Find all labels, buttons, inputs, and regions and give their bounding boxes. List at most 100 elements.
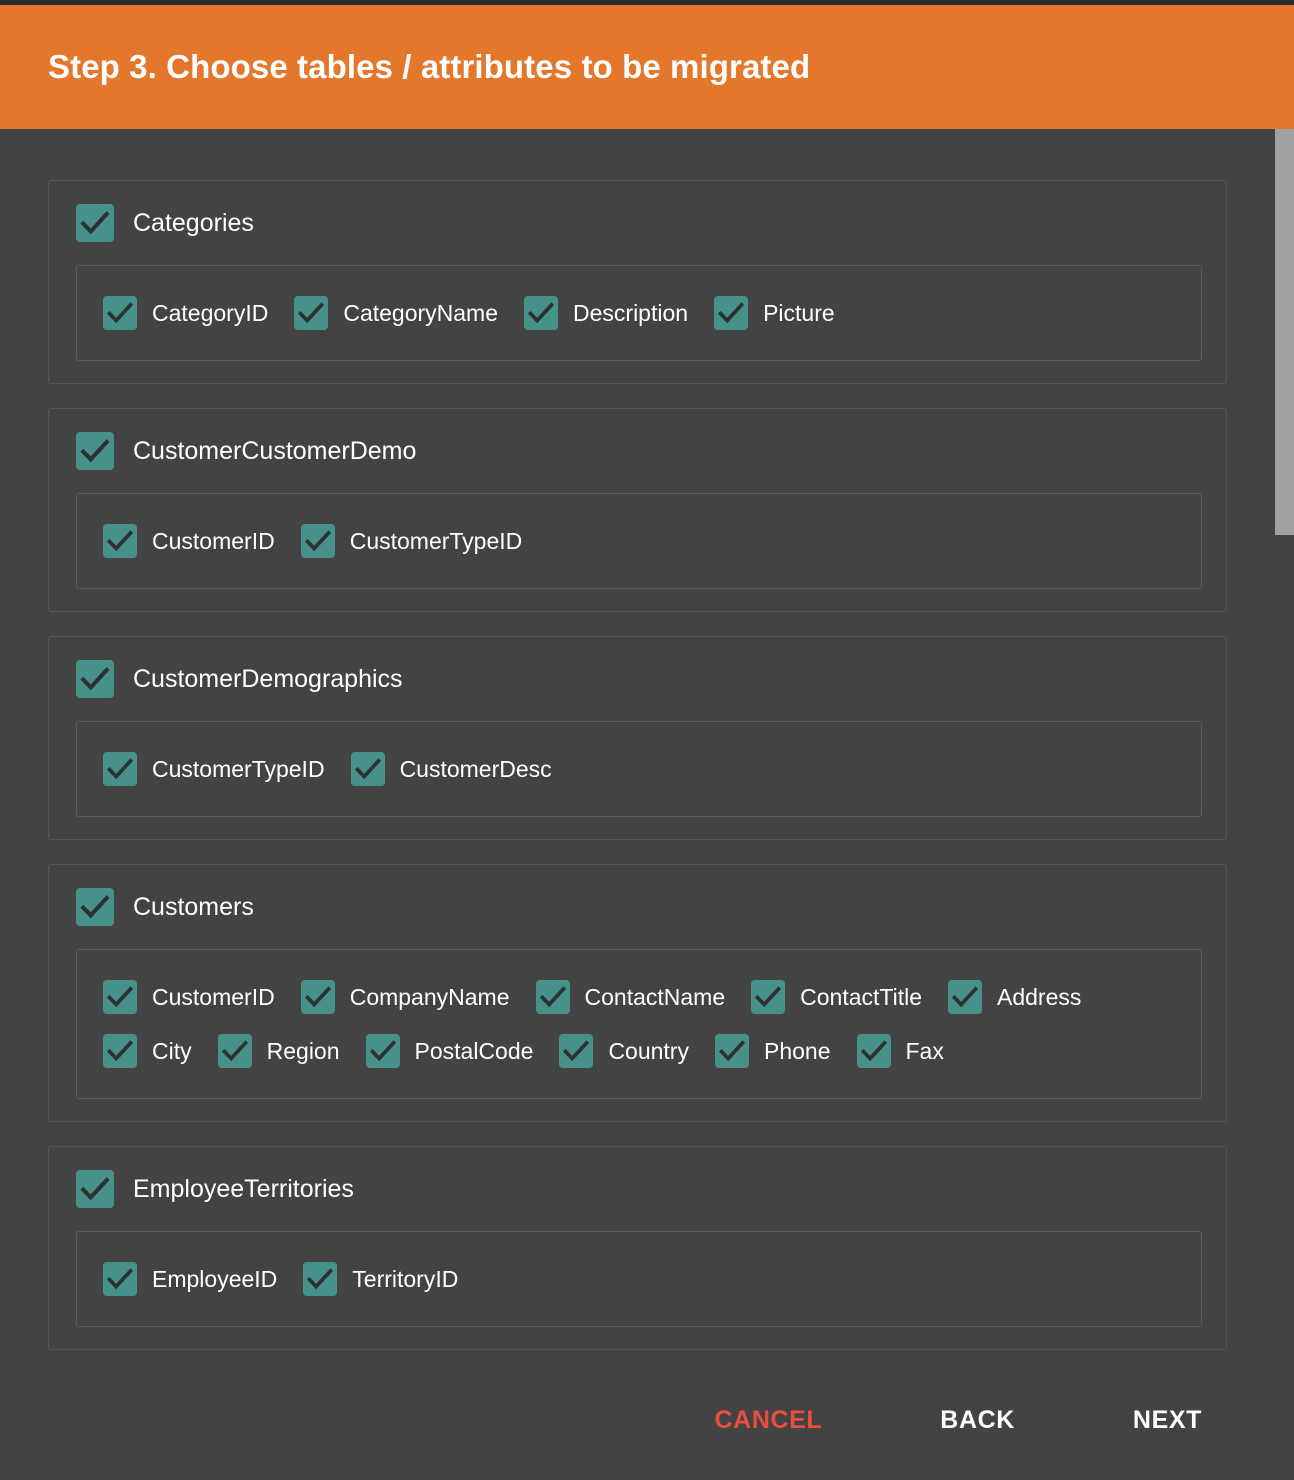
attribute-item[interactable]: Description <box>524 292 688 334</box>
checkmark-icon <box>715 1034 749 1068</box>
vertical-scrollbar-thumb[interactable] <box>1275 129 1294 535</box>
attribute-checkbox[interactable] <box>366 1034 400 1068</box>
attribute-checkbox[interactable] <box>559 1034 593 1068</box>
attribute-checkbox[interactable] <box>351 752 385 786</box>
table-checkbox[interactable] <box>76 432 114 470</box>
table-card: EmployeeTerritories EmployeeID TerritoryID <box>48 1146 1227 1350</box>
attribute-checkbox[interactable] <box>751 980 785 1014</box>
table-header-row[interactable]: Categories <box>49 203 1226 243</box>
attribute-checkbox[interactable] <box>218 1034 252 1068</box>
attribute-name-label: PostalCode <box>415 1040 534 1063</box>
attribute-checkbox[interactable] <box>103 524 137 558</box>
table-card: CustomerCustomerDemo CustomerID CustomerTy… <box>48 408 1227 612</box>
table-checkbox[interactable] <box>76 1170 114 1208</box>
attribute-item[interactable]: TerritoryID <box>303 1258 458 1300</box>
cancel-button[interactable]: CANCEL <box>701 1398 837 1443</box>
attribute-name-label: Description <box>573 302 688 325</box>
attribute-checkbox[interactable] <box>303 1262 337 1296</box>
attribute-checkbox[interactable] <box>103 296 137 330</box>
checkmark-icon <box>76 888 114 926</box>
attribute-item[interactable]: CustomerTypeID <box>103 748 325 790</box>
table-card: CustomerDemographicsCustomerTypeIDCustom… <box>48 636 1227 840</box>
attribute-name-label: Address <box>997 986 1081 1009</box>
table-name-label: Categories <box>133 211 254 236</box>
attribute-name-label: Country <box>608 1040 689 1063</box>
vertical-scrollbar-track[interactable] <box>1275 129 1294 1360</box>
attribute-name-label: CustomerTypeID <box>350 530 523 553</box>
table-name-label: Customers <box>133 895 254 920</box>
table-header-row[interactable]: EmployeeTerritories <box>49 1169 1226 1209</box>
attribute-item[interactable]: CustomerID <box>103 520 275 562</box>
attribute-name-label: Picture <box>763 302 835 325</box>
table-card: Customers CustomerID CompanyName ContactNam… <box>48 864 1227 1122</box>
table-checkbox[interactable] <box>76 888 114 926</box>
checkmark-icon <box>218 1034 252 1068</box>
attributes-panel: CustomerID CompanyName ContactName ContactT… <box>76 949 1202 1099</box>
attribute-item[interactable]: ContactTitle <box>751 976 922 1018</box>
attribute-item[interactable]: CategoryName <box>294 292 498 334</box>
attribute-name-label: Fax <box>906 1040 944 1063</box>
attribute-name-label: CustomerDesc <box>400 758 552 781</box>
table-header-row[interactable]: Customers <box>49 887 1226 927</box>
attribute-name-label: CustomerID <box>152 986 275 1009</box>
attributes-panel: CustomerTypeID CustomerDesc <box>76 721 1202 817</box>
checkmark-icon <box>103 980 137 1014</box>
table-name-label: EmployeeTerritories <box>133 1177 354 1202</box>
attribute-name-label: CategoryName <box>343 302 498 325</box>
table-checkbox[interactable] <box>76 660 114 698</box>
attribute-item[interactable]: CompanyName <box>301 976 510 1018</box>
checkmark-icon <box>76 1170 114 1208</box>
attribute-item[interactable]: CustomerTypeID <box>301 520 523 562</box>
attribute-checkbox[interactable] <box>536 980 570 1014</box>
checkmark-icon <box>301 980 335 1014</box>
checkmark-icon <box>948 980 982 1014</box>
page-title: Step 3. Choose tables / attributes to be… <box>48 49 810 85</box>
tables-scroll-area[interactable]: Categories CategoryID CategoryName Descript… <box>0 129 1294 1360</box>
attributes-panel: CustomerID CustomerTypeID <box>76 493 1202 589</box>
attribute-item[interactable]: PostalCode <box>366 1030 534 1072</box>
checkmark-icon <box>103 752 137 786</box>
checkmark-icon <box>76 432 114 470</box>
attribute-checkbox[interactable] <box>524 296 558 330</box>
attribute-checkbox[interactable] <box>103 752 137 786</box>
attribute-item[interactable]: EmployeeID <box>103 1258 277 1300</box>
table-checkbox[interactable] <box>76 204 114 242</box>
attribute-checkbox[interactable] <box>103 980 137 1014</box>
attribute-item[interactable]: City <box>103 1030 192 1072</box>
attribute-name-label: ContactTitle <box>800 986 922 1009</box>
next-button[interactable]: NEXT <box>1119 1398 1216 1443</box>
attribute-item[interactable]: Picture <box>714 292 835 334</box>
attribute-item[interactable]: Region <box>218 1030 340 1072</box>
checkmark-icon <box>857 1034 891 1068</box>
attribute-item[interactable]: CategoryID <box>103 292 268 334</box>
attribute-checkbox[interactable] <box>103 1034 137 1068</box>
table-header-row[interactable]: CustomerDemographics <box>49 659 1226 699</box>
checkmark-icon <box>351 752 385 786</box>
checkmark-icon <box>294 296 328 330</box>
attribute-item[interactable]: CustomerDesc <box>351 748 552 790</box>
back-button[interactable]: BACK <box>926 1398 1029 1443</box>
attribute-item[interactable]: ContactName <box>536 976 726 1018</box>
attribute-item[interactable]: CustomerID <box>103 976 275 1018</box>
checkmark-icon <box>103 296 137 330</box>
attribute-checkbox[interactable] <box>301 524 335 558</box>
checkmark-icon <box>301 524 335 558</box>
attribute-name-label: City <box>152 1040 192 1063</box>
wizard-header: Step 3. Choose tables / attributes to be… <box>0 5 1294 129</box>
attribute-item[interactable]: Fax <box>857 1030 944 1072</box>
attribute-checkbox[interactable] <box>714 296 748 330</box>
attribute-item[interactable]: Country <box>559 1030 689 1072</box>
attribute-checkbox[interactable] <box>715 1034 749 1068</box>
attribute-checkbox[interactable] <box>103 1262 137 1296</box>
checkmark-icon <box>559 1034 593 1068</box>
attribute-checkbox[interactable] <box>948 980 982 1014</box>
table-header-row[interactable]: CustomerCustomerDemo <box>49 431 1226 471</box>
tables-list: Categories CategoryID CategoryName Descript… <box>0 129 1294 1350</box>
attribute-item[interactable]: Address <box>948 976 1081 1018</box>
attribute-item[interactable]: Phone <box>715 1030 831 1072</box>
checkmark-icon <box>76 660 114 698</box>
attribute-checkbox[interactable] <box>294 296 328 330</box>
attribute-checkbox[interactable] <box>301 980 335 1014</box>
checkmark-icon <box>751 980 785 1014</box>
attribute-checkbox[interactable] <box>857 1034 891 1068</box>
